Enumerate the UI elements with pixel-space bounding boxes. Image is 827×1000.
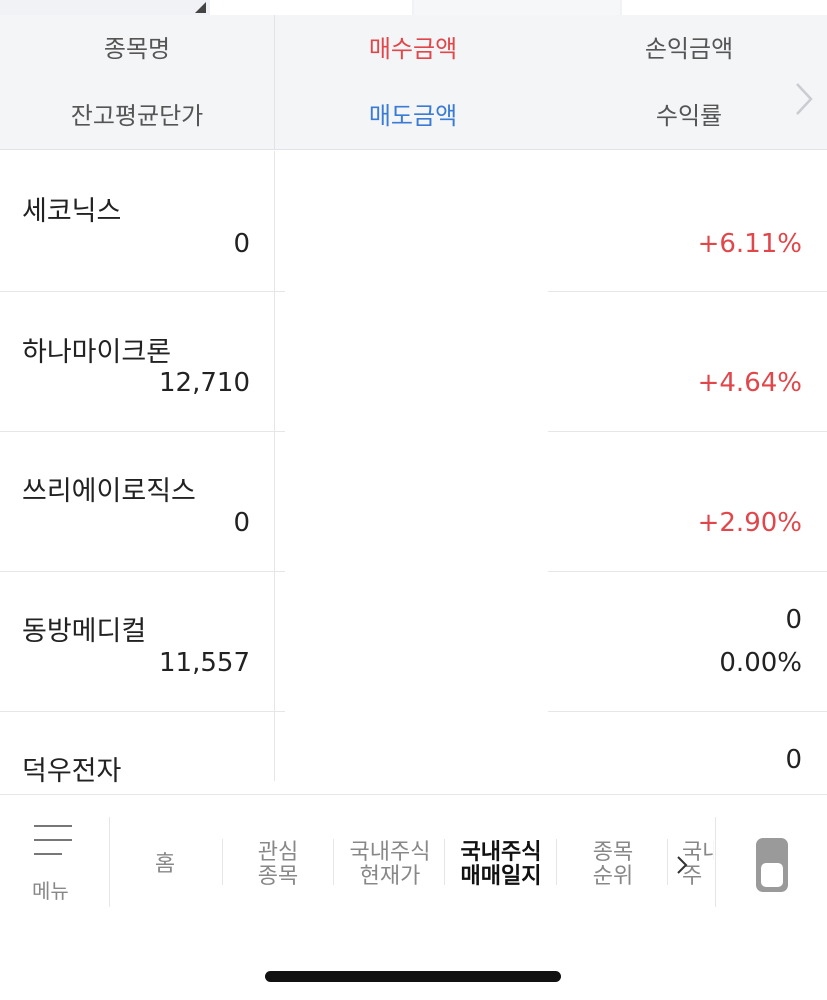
tab-label: 매매일지 bbox=[460, 864, 542, 889]
stock-name: 세코닉스 bbox=[22, 196, 122, 227]
dropdown-corner-icon[interactable] bbox=[195, 2, 206, 13]
home-indicator bbox=[265, 971, 561, 982]
table-row[interactable]: 쓰리에이로직스 0 +2.90% bbox=[0, 430, 827, 572]
return-rate: +6.11% bbox=[697, 229, 802, 259]
nav-divider bbox=[667, 839, 668, 885]
header-return-rate[interactable]: 수익률 bbox=[579, 101, 799, 131]
return-rate: +2.90% bbox=[697, 508, 802, 538]
row-middle-column bbox=[285, 570, 548, 712]
tab-label: 종목 bbox=[257, 864, 299, 889]
row-middle-column bbox=[285, 290, 548, 432]
nav-divider bbox=[715, 817, 716, 907]
tab-watchlist[interactable]: 관심 종목 bbox=[238, 841, 318, 889]
tab-label: 현재가 bbox=[359, 864, 421, 889]
nav-divider bbox=[333, 839, 334, 885]
tab-label: 순위 bbox=[592, 864, 634, 889]
menu-label: 메뉴 bbox=[32, 879, 69, 903]
row-middle-column bbox=[285, 150, 548, 292]
top-strip-segment bbox=[414, 0, 620, 15]
menu-icon-line bbox=[34, 839, 72, 841]
menu-icon-line bbox=[34, 853, 62, 855]
avg-price: 11,557 bbox=[159, 648, 250, 678]
table-row[interactable]: 세코닉스 0 +6.11% bbox=[0, 150, 827, 292]
top-strip-segment bbox=[622, 0, 827, 15]
bottom-navigation: 메뉴 홈 관심 종목 국내주식 현재가 국내주식 매매일지 종목 순위 국내 주 bbox=[0, 794, 827, 1000]
row-divider bbox=[274, 151, 275, 291]
row-divider bbox=[274, 711, 275, 781]
tab-label: 국내주식 bbox=[460, 840, 542, 865]
stock-name: 덕우전자 bbox=[22, 756, 122, 787]
tab-label: 관심 bbox=[257, 840, 299, 865]
header-sell-amount[interactable]: 매도금액 bbox=[303, 101, 523, 131]
nav-divider bbox=[222, 839, 223, 885]
stock-name: 하나마이크론 bbox=[22, 337, 172, 368]
tab-domestic-stock-price[interactable]: 국내주식 현재가 bbox=[340, 841, 440, 889]
header-profit-amount[interactable]: 손익금액 bbox=[579, 34, 799, 64]
profit-amount: 0 bbox=[785, 605, 802, 635]
top-strip-segment bbox=[210, 0, 412, 15]
table-header: 종목명 잔고평균단가 매수금액 매도금액 손익금액 수익률 bbox=[0, 15, 827, 150]
tab-label: 국내주식 bbox=[349, 840, 431, 865]
stock-name: 쓰리에이로직스 bbox=[22, 476, 196, 507]
return-rate: 0.00% bbox=[719, 648, 802, 678]
row-divider bbox=[274, 291, 275, 431]
tab-stock-ranking[interactable]: 종목 순위 bbox=[577, 841, 649, 889]
stock-name: 동방메디컬 bbox=[22, 616, 147, 647]
header-stock-name[interactable]: 종목명 bbox=[27, 34, 247, 64]
table-row[interactable]: 덕우전자 0 bbox=[0, 710, 827, 794]
tab-label: 종목 bbox=[592, 840, 634, 865]
avg-price: 12,710 bbox=[159, 368, 250, 398]
header-buy-amount[interactable]: 매수금액 bbox=[303, 34, 523, 64]
menu-icon bbox=[34, 825, 72, 827]
tab-home[interactable]: 홈 bbox=[135, 853, 195, 877]
top-strip bbox=[0, 0, 827, 15]
row-divider bbox=[274, 571, 275, 711]
chevron-right-icon[interactable] bbox=[793, 81, 815, 117]
chevron-right-icon[interactable] bbox=[676, 855, 688, 875]
scroll-toggle-icon[interactable] bbox=[755, 837, 789, 893]
header-avg-price[interactable]: 잔고평균단가 bbox=[27, 101, 247, 131]
nav-divider bbox=[556, 839, 557, 885]
header-divider bbox=[274, 15, 275, 149]
menu-button[interactable]: 메뉴 bbox=[0, 795, 108, 905]
table-row[interactable]: 동방메디컬 11,557 0 0.00% bbox=[0, 570, 827, 712]
return-rate: +4.64% bbox=[697, 368, 802, 398]
nav-divider bbox=[109, 817, 110, 907]
row-divider bbox=[274, 431, 275, 571]
avg-price: 0 bbox=[233, 508, 250, 538]
profit-amount: 0 bbox=[785, 745, 802, 775]
tab-label: 홈 bbox=[154, 852, 176, 877]
row-middle-column bbox=[285, 710, 548, 794]
avg-price: 0 bbox=[233, 229, 250, 259]
row-middle-column bbox=[285, 430, 548, 572]
table-row[interactable]: 하나마이크론 12,710 +4.64% bbox=[0, 290, 827, 432]
tab-domestic-stock-trading-journal[interactable]: 국내주식 매매일지 bbox=[451, 841, 551, 889]
nav-divider bbox=[444, 839, 445, 885]
